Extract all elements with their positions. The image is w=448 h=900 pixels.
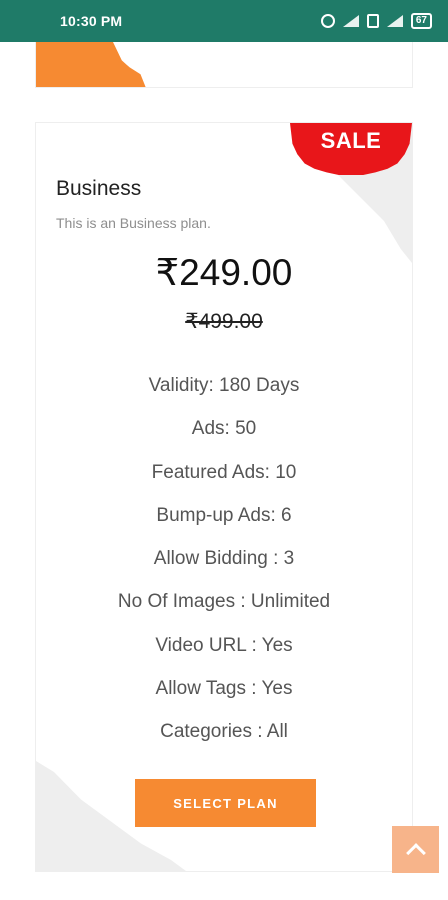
plan-description: This is an Business plan. bbox=[56, 215, 211, 231]
select-plan-button[interactable]: SELECT PLAN bbox=[135, 779, 316, 827]
battery-icon: 67 bbox=[410, 13, 432, 29]
signal-icon bbox=[342, 15, 359, 27]
plan-name: Business bbox=[56, 177, 142, 200]
feature-list: Validity: 180 Days Ads: 50 Featured Ads:… bbox=[36, 371, 412, 761]
feature-video-url: Video URL : Yes bbox=[155, 634, 293, 656]
feature-allow-bidding: Allow Bidding : 3 bbox=[153, 548, 295, 570]
feature-allow-tags: Allow Tags : Yes bbox=[155, 678, 293, 700]
plan-price: ₹249.00 bbox=[155, 252, 293, 293]
chevron-up-icon bbox=[405, 842, 426, 863]
plan-old-price: ₹499.00 bbox=[185, 310, 263, 333]
feature-no-of-images: No Of Images : Unlimited bbox=[117, 591, 331, 613]
sim-icon bbox=[366, 14, 379, 28]
feature-categories: Categories : All bbox=[160, 721, 288, 743]
status-icons: 67 bbox=[320, 13, 432, 29]
alarm-icon bbox=[320, 14, 335, 28]
previous-plan-card bbox=[35, 42, 413, 88]
status-time: 10:30 PM bbox=[60, 13, 123, 29]
scroll-to-top-button[interactable] bbox=[392, 826, 439, 873]
status-bar: 10:30 PM 67 bbox=[0, 0, 448, 42]
feature-featured-ads: Featured Ads: 10 bbox=[151, 461, 297, 483]
feature-bump-up-ads: Bump-up Ads: 6 bbox=[156, 504, 292, 526]
plan-card: SALE Business This is an Business plan. … bbox=[35, 122, 413, 872]
signal-2-icon bbox=[386, 15, 403, 27]
feature-validity: Validity: 180 Days bbox=[148, 375, 300, 396]
feature-ads: Ads: 50 bbox=[191, 418, 257, 440]
decorative-shape bbox=[36, 42, 146, 87]
